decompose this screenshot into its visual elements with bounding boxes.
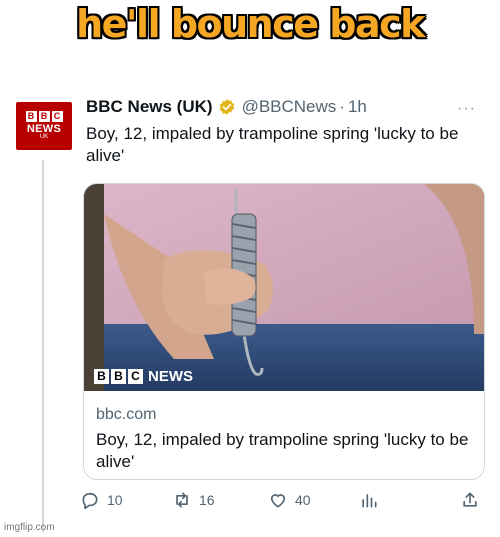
avatar-block-b1: B bbox=[25, 111, 37, 122]
card-text[interactable]: bbc.com Boy, 12, impaled by trampoline s… bbox=[96, 405, 476, 473]
views-button[interactable] bbox=[359, 490, 386, 510]
retweet-icon bbox=[176, 492, 188, 508]
logo-block-b2: B bbox=[111, 369, 126, 384]
avatar-block-c: C bbox=[51, 111, 63, 122]
views-icon bbox=[362, 494, 377, 508]
tweet-text: Boy, 12, impaled by trampoline spring 'l… bbox=[86, 124, 459, 165]
header-separator: · bbox=[339, 97, 345, 116]
tweet-time[interactable]: 1h bbox=[348, 97, 367, 117]
meme-caption: he'll bounce back bbox=[76, 2, 425, 46]
like-count: 40 bbox=[295, 492, 311, 508]
logo-block-b1: B bbox=[94, 369, 109, 384]
card-image[interactable]: B B C NEWS bbox=[84, 184, 484, 391]
verified-badge-icon bbox=[218, 98, 236, 116]
logo-news-word: NEWS bbox=[148, 368, 193, 385]
thread-line bbox=[42, 160, 44, 532]
avatar-uk-text: UK bbox=[39, 134, 49, 140]
like-button[interactable]: 40 bbox=[268, 490, 311, 510]
avatar-bbc-blocks: B B C bbox=[16, 111, 72, 122]
share-icon bbox=[463, 492, 477, 507]
tweet[interactable]: B B C NEWS UK BBC News (UK) @BBCNews · 1… bbox=[0, 90, 500, 537]
avatar-block-b2: B bbox=[38, 111, 50, 122]
reply-count: 10 bbox=[107, 492, 123, 508]
watermark: imgflip.com bbox=[4, 522, 55, 533]
logo-block-c: C bbox=[128, 369, 143, 384]
tweet-header: BBC News (UK) @BBCNews · 1h bbox=[86, 97, 367, 117]
card-title: Boy, 12, impaled by trampoline spring 'l… bbox=[96, 430, 469, 471]
like-icon bbox=[270, 494, 286, 508]
retweet-button[interactable]: 16 bbox=[172, 490, 215, 510]
avatar[interactable]: B B C NEWS UK bbox=[16, 102, 72, 150]
author-handle[interactable]: @BBCNews bbox=[242, 97, 337, 117]
card-domain: bbc.com bbox=[96, 406, 157, 423]
share-button[interactable] bbox=[460, 490, 487, 510]
reply-button[interactable]: 10 bbox=[80, 490, 123, 510]
reply-icon bbox=[82, 492, 98, 510]
action-bar: 10 16 40 bbox=[80, 490, 490, 514]
author-name[interactable]: BBC News (UK) bbox=[86, 97, 213, 117]
more-icon[interactable]: ··· bbox=[457, 100, 476, 118]
retweet-count: 16 bbox=[199, 492, 215, 508]
link-card[interactable]: B B C NEWS bbc.com Boy, 12, impaled by t… bbox=[83, 183, 485, 480]
bbc-news-logo: B B C NEWS bbox=[94, 368, 193, 385]
